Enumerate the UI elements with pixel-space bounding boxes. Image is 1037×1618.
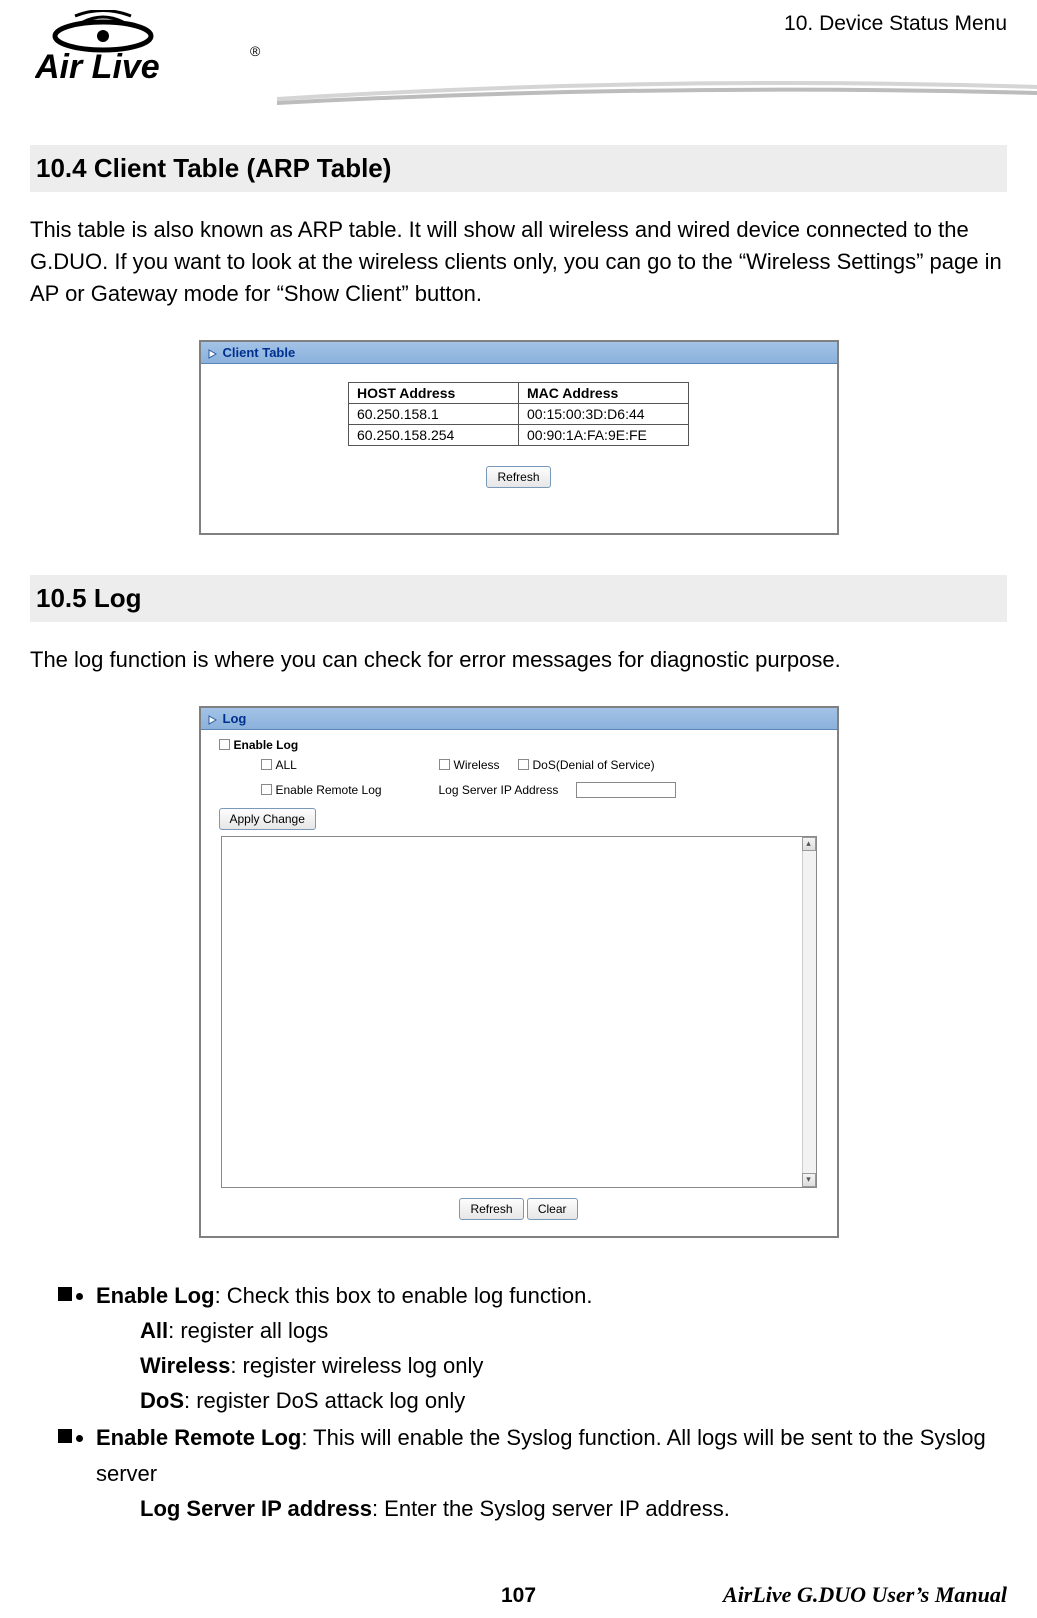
section-105-paragraph: The log function is where you can check … — [30, 644, 1007, 676]
cell-mac: 00:90:1A:FA:9E:FE — [519, 424, 689, 445]
bullet-text: : Check this box to enable log function. — [215, 1283, 593, 1308]
enable-remote-log-checkbox[interactable] — [261, 784, 272, 795]
bullet-key: DoS — [140, 1388, 184, 1413]
section-104-paragraph: This table is also known as ARP table. I… — [30, 214, 1007, 310]
bullet-text: : register wireless log only — [230, 1353, 483, 1378]
list-item: Enable Remote Log: This will enable the … — [96, 1420, 1007, 1526]
log-panel-body: Enable Log ALL Wireless DoS(Denial of Se… — [201, 730, 837, 1230]
panel-arrow-icon — [207, 713, 217, 723]
enable-remote-log-label: Enable Remote Log — [276, 783, 382, 797]
wireless-checkbox[interactable] — [439, 759, 450, 770]
list-item: Enable Log: Check this box to enable log… — [96, 1278, 1007, 1419]
log-panel: Log Enable Log ALL Wireless — [199, 706, 839, 1238]
bullet-key: Wireless — [140, 1353, 230, 1378]
apply-change-button[interactable]: Apply Change — [219, 808, 316, 830]
cell-host: 60.250.158.1 — [349, 403, 519, 424]
enable-log-label: Enable Log — [234, 738, 299, 752]
client-table-title: Client Table — [223, 345, 296, 360]
chapter-label: 10. Device Status Menu — [784, 12, 1007, 36]
section-105-heading: 10.5 Log — [30, 575, 1007, 622]
wireless-label: Wireless — [454, 758, 500, 772]
bullet-icon — [58, 1287, 72, 1301]
dos-label: DoS(Denial of Service) — [533, 758, 655, 772]
bullet-text: : register DoS attack log only — [184, 1388, 465, 1413]
all-checkbox[interactable] — [261, 759, 272, 770]
all-label: ALL — [276, 758, 297, 772]
list-item: Log Server IP address: Enter the Syslog … — [140, 1491, 1007, 1526]
table-row: 60.250.158.254 00:90:1A:FA:9E:FE — [349, 424, 689, 445]
log-server-ip-input[interactable] — [576, 782, 676, 798]
cell-mac: 00:15:00:3D:D6:44 — [519, 403, 689, 424]
panel-arrow-icon — [207, 347, 217, 357]
bullet-key: Enable Log — [96, 1283, 215, 1308]
bullet-text: : register all logs — [168, 1318, 328, 1343]
enable-log-checkbox[interactable] — [219, 739, 230, 750]
table-header-row: HOST Address MAC Address — [349, 382, 689, 403]
header-swoosh-icon — [277, 75, 1037, 105]
bullet-text: : Enter the Syslog server IP address. — [372, 1496, 730, 1521]
bullet-key: Log Server IP address — [140, 1496, 372, 1521]
list-item: All: register all logs — [140, 1313, 1007, 1348]
scroll-up-icon[interactable]: ▴ — [802, 837, 816, 851]
airlive-logo: Air Live ® — [35, 10, 265, 95]
client-table-panel-title-bar: Client Table — [201, 342, 837, 364]
svg-text:Air Live: Air Live — [35, 48, 160, 86]
col-host-address: HOST Address — [349, 382, 519, 403]
arp-table: HOST Address MAC Address 60.250.158.1 00… — [348, 382, 689, 446]
log-server-ip-label: Log Server IP Address — [439, 783, 559, 797]
list-item: Wireless: register wireless log only — [140, 1348, 1007, 1383]
bullet-icon — [58, 1429, 72, 1443]
col-mac-address: MAC Address — [519, 382, 689, 403]
manual-title: AirLive G.DUO User’s Manual — [723, 1582, 1007, 1608]
svg-text:®: ® — [250, 43, 261, 59]
refresh-button[interactable]: Refresh — [486, 466, 550, 488]
log-refresh-button[interactable]: Refresh — [459, 1198, 523, 1220]
list-item: DoS: register DoS attack log only — [140, 1383, 1007, 1418]
page-content: 10.4 Client Table (ARP Table) This table… — [0, 110, 1037, 1526]
scrollbar-track[interactable] — [802, 851, 816, 1173]
client-table-panel: Client Table HOST Address MAC Address 60… — [199, 340, 839, 535]
log-panel-title: Log — [223, 711, 247, 726]
bullet-key: Enable Remote Log — [96, 1425, 301, 1450]
dos-checkbox[interactable] — [518, 759, 529, 770]
scroll-down-icon[interactable]: ▾ — [802, 1173, 816, 1187]
page-footer: 107 AirLive G.DUO User’s Manual — [0, 1582, 1037, 1608]
table-row: 60.250.158.1 00:15:00:3D:D6:44 — [349, 403, 689, 424]
bullet-key: All — [140, 1318, 168, 1343]
log-textarea[interactable]: ▴ ▾ — [221, 836, 817, 1188]
section-104-heading: 10.4 Client Table (ARP Table) — [30, 145, 1007, 192]
cell-host: 60.250.158.254 — [349, 424, 519, 445]
page-number: 107 — [501, 1584, 536, 1608]
log-clear-button[interactable]: Clear — [527, 1198, 578, 1220]
log-panel-title-bar: Log — [201, 708, 837, 730]
page-header: 10. Device Status Menu Air Live ® — [0, 0, 1037, 110]
bullet-list: Enable Log: Check this box to enable log… — [30, 1278, 1007, 1526]
